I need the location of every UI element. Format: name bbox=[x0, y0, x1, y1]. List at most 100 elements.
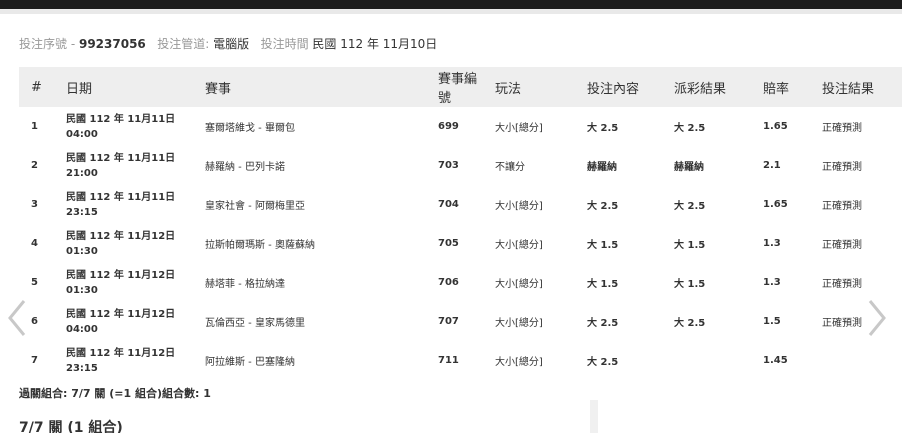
row-outcome: 正確預測 bbox=[822, 240, 862, 251]
bet-table: # 日期 賽事 賽事編號 玩法 投注內容 派彩結果 賠率 投注結果 1 民國 11… bbox=[19, 67, 902, 380]
row-date: 民國 112 年 11月12日 01:30 bbox=[56, 224, 195, 263]
row-play: 大小[總分] bbox=[495, 279, 543, 290]
col-header-match-no: 賽事編號 bbox=[438, 72, 478, 106]
col-header-result: 派彩結果 bbox=[674, 81, 727, 97]
combo-summary: 過關組合: 7/7 關 (=1 組合)組合數: 1 bbox=[19, 387, 211, 400]
row-odds: 1.3 bbox=[763, 277, 781, 288]
row-number: 5 bbox=[31, 277, 38, 288]
row-bet: 大 2.5 bbox=[587, 201, 619, 212]
row-match-no: 699 bbox=[438, 121, 459, 132]
row-outcome: 正確預測 bbox=[822, 318, 862, 329]
row-date: 民國 112 年 11月11日 21:00 bbox=[56, 146, 195, 185]
row-outcome: 正確預測 bbox=[822, 201, 862, 212]
row-date-time: 23:15 bbox=[66, 362, 98, 374]
row-date-time: 04:00 bbox=[66, 323, 98, 335]
row-number: 3 bbox=[31, 199, 38, 210]
row-date: 民國 112 年 11月12日 01:30 bbox=[56, 263, 195, 302]
serial-value: 99237056 bbox=[78, 37, 146, 51]
row-play: 大小[總分] bbox=[495, 357, 543, 368]
row-date-day: 民國 112 年 11月11日 bbox=[66, 113, 176, 125]
row-outcome: 正確預測 bbox=[822, 162, 862, 173]
col-header-num: # bbox=[31, 79, 42, 95]
row-odds: 2.1 bbox=[763, 160, 781, 171]
row-play: 大小[總分] bbox=[495, 240, 543, 251]
row-date-day: 民國 112 年 11月12日 bbox=[66, 269, 176, 281]
row-odds: 1.65 bbox=[763, 121, 788, 132]
panel-divider bbox=[590, 400, 598, 433]
group-title: 7/7 關 (1 組合) bbox=[19, 420, 123, 433]
row-odds: 1.5 bbox=[763, 316, 781, 327]
row-result: 大 1.5 bbox=[674, 279, 706, 290]
time-label: 投注時間 bbox=[260, 37, 309, 51]
row-result bbox=[664, 341, 753, 380]
row-match: 瓦倫西亞 - 皇家馬德里 bbox=[205, 318, 305, 329]
row-match-no: 705 bbox=[438, 238, 459, 249]
row-bet: 大 1.5 bbox=[587, 240, 619, 251]
row-date-day: 民國 112 年 11月11日 bbox=[66, 152, 176, 164]
row-odds: 1.45 bbox=[763, 355, 788, 366]
row-match: 阿拉維斯 - 巴塞隆納 bbox=[205, 357, 295, 368]
row-number: 7 bbox=[31, 355, 38, 366]
table-row: 4 民國 112 年 11月12日 01:30 拉斯帕爾瑪斯 - 奧薩蘇納 705 大小[… bbox=[19, 224, 902, 263]
row-result: 大 2.5 bbox=[674, 201, 706, 212]
row-result: 大 2.5 bbox=[674, 318, 706, 329]
row-date-day: 民國 112 年 11月11日 bbox=[66, 191, 176, 203]
row-bet: 大 2.5 bbox=[587, 123, 619, 134]
row-match: 赫塔菲 - 格拉納達 bbox=[205, 279, 285, 290]
row-play: 大小[總分] bbox=[495, 201, 543, 212]
row-match: 皇家社會 - 阿爾梅里亞 bbox=[205, 201, 305, 212]
time-value: 民國 112 年 11月10日 bbox=[312, 37, 438, 51]
row-match-no: 706 bbox=[438, 277, 459, 288]
row-date: 民國 112 年 11月11日 23:15 bbox=[56, 185, 195, 224]
row-result: 大 2.5 bbox=[674, 123, 706, 134]
col-header-odds: 賠率 bbox=[763, 81, 790, 97]
row-date: 民國 112 年 11月11日 04:00 bbox=[56, 107, 195, 146]
table-row: 3 民國 112 年 11月11日 23:15 皇家社會 - 阿爾梅里亞 704 大小[總… bbox=[19, 185, 902, 224]
table-row: 5 民國 112 年 11月12日 01:30 赫塔菲 - 格拉納達 706 大小[總分]… bbox=[19, 263, 902, 302]
row-match-no: 711 bbox=[438, 355, 459, 366]
row-number: 2 bbox=[31, 160, 38, 171]
row-outcome: 正確預測 bbox=[822, 279, 862, 290]
row-bet: 大 1.5 bbox=[587, 279, 619, 290]
row-number: 1 bbox=[31, 121, 38, 132]
bet-info-line: 投注序號 - 99237056 投注管道: 電腦版 投注時間 民國 112 年 … bbox=[19, 35, 437, 52]
row-outcome: 正確預測 bbox=[822, 123, 862, 134]
table-row: 6 民國 112 年 11月12日 04:00 瓦倫西亞 - 皇家馬德里 707 大小[總… bbox=[19, 302, 902, 341]
table-header-row: # 日期 賽事 賽事編號 玩法 投注內容 派彩結果 賠率 投注結果 bbox=[19, 67, 902, 107]
col-header-bet: 投注內容 bbox=[587, 81, 640, 97]
table-row: 2 民國 112 年 11月11日 21:00 赫羅納 - 巴列卡諾 703 不讓分 赫羅納… bbox=[19, 146, 902, 185]
row-bet: 大 2.5 bbox=[587, 357, 619, 368]
chevron-right-icon[interactable] bbox=[866, 298, 888, 338]
row-date-day: 民國 112 年 11月12日 bbox=[66, 308, 176, 320]
chevron-left-icon[interactable] bbox=[6, 298, 28, 338]
row-date: 民國 112 年 11月12日 23:15 bbox=[56, 341, 195, 380]
row-date-time: 04:00 bbox=[66, 128, 98, 140]
row-match: 拉斯帕爾瑪斯 - 奧薩蘇納 bbox=[205, 240, 315, 251]
row-date-day: 民國 112 年 11月12日 bbox=[66, 347, 176, 359]
row-outcome bbox=[812, 341, 902, 380]
top-divider bbox=[0, 9, 902, 14]
row-date-time: 01:30 bbox=[66, 245, 98, 257]
row-date: 民國 112 年 11月12日 04:00 bbox=[56, 302, 195, 341]
row-match-no: 707 bbox=[438, 316, 459, 327]
col-header-outcome: 投注結果 bbox=[822, 81, 875, 97]
table-row: 1 民國 112 年 11月11日 04:00 塞爾塔維戈 - 畢爾包 699 大小[總分… bbox=[19, 107, 902, 146]
col-header-match: 賽事 bbox=[205, 81, 232, 97]
row-result: 赫羅納 bbox=[674, 162, 704, 173]
row-play: 大小[總分] bbox=[495, 123, 543, 134]
col-header-date: 日期 bbox=[66, 81, 93, 97]
table-row: 7 民國 112 年 11月12日 23:15 阿拉維斯 - 巴塞隆納 711 大小[總分… bbox=[19, 341, 902, 380]
row-date-time: 21:00 bbox=[66, 167, 98, 179]
row-match: 塞爾塔維戈 - 畢爾包 bbox=[205, 123, 295, 134]
row-odds: 1.65 bbox=[763, 199, 788, 210]
row-match-no: 704 bbox=[438, 199, 459, 210]
serial-label: 投注序號 - bbox=[19, 37, 76, 51]
row-date-time: 23:15 bbox=[66, 206, 98, 218]
row-result: 大 1.5 bbox=[674, 240, 706, 251]
row-bet: 赫羅納 bbox=[587, 162, 617, 173]
row-date-time: 01:30 bbox=[66, 284, 98, 296]
row-match-no: 703 bbox=[438, 160, 459, 171]
row-date-day: 民國 112 年 11月12日 bbox=[66, 230, 176, 242]
row-play: 大小[總分] bbox=[495, 318, 543, 329]
row-bet: 大 2.5 bbox=[587, 318, 619, 329]
